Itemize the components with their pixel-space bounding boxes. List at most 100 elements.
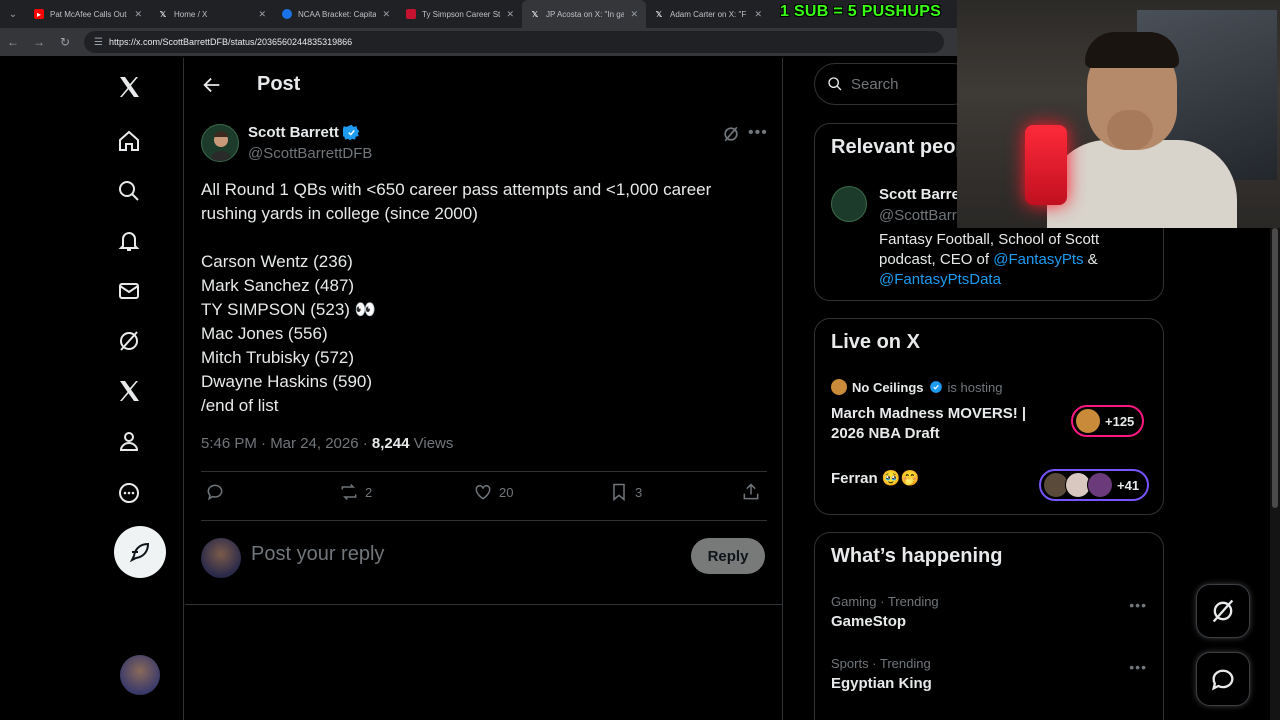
listener-count: +125 — [1105, 413, 1135, 429]
host-avatar — [831, 379, 847, 395]
live-listeners-pill[interactable]: +125 — [1071, 405, 1145, 437]
explore-search-icon[interactable] — [114, 176, 144, 206]
card-title: What’s happening — [831, 545, 1003, 567]
tab-title: Pat McAfee Calls Out — [50, 9, 127, 19]
address-bar: ← → ↻ ☰ https://x.com/ScottBarrettDFB/st… — [0, 28, 960, 56]
views-label: Views — [409, 435, 454, 452]
trend-meta: Sports · Trending — [831, 656, 931, 671]
live-listeners-pill[interactable]: +41 — [1039, 469, 1150, 501]
tab-title: Home / X — [174, 9, 208, 19]
browser-tab[interactable]: Ty Simpson Career St ✕ — [398, 0, 522, 28]
listener-avatar — [1075, 408, 1101, 434]
post-timestamp-views: 5:46 PM · Mar 24, 2026 · 8,244 Views — [201, 435, 453, 452]
browser-tab[interactable]: NCAA Bracket: Capita ✕ — [274, 0, 398, 28]
profile-icon[interactable] — [114, 426, 144, 456]
grok-float-button[interactable] — [1196, 584, 1250, 638]
left-navigation — [0, 58, 184, 720]
live-space-title[interactable]: March Madness MOVERS! | 2026 NBA Draft — [831, 404, 1051, 444]
card-title: Live on X — [831, 331, 920, 353]
trend-name[interactable]: GameStop — [831, 613, 906, 630]
reply-button[interactable]: Reply — [691, 538, 765, 574]
post-header: Post — [185, 58, 783, 111]
stats-favicon-icon — [406, 9, 416, 19]
divider — [201, 471, 767, 472]
grok-icon[interactable] — [114, 326, 144, 356]
listener-count: +41 — [1117, 477, 1140, 493]
browser-tab[interactable]: 𝕏 Home / X ✕ — [150, 0, 274, 28]
live-on-x-card: Live on X No Ceilings is hosting March M… — [814, 318, 1164, 515]
trend-more-icon[interactable]: ••• — [1129, 659, 1147, 675]
x-logo-icon[interactable] — [114, 72, 144, 102]
more-options-icon[interactable]: ••• — [748, 125, 768, 141]
account-avatar[interactable] — [120, 655, 160, 695]
post-text-line: rushing yards in college (since 2000) — [201, 204, 478, 223]
post-text-line: TY SIMPSON (523) 👀 — [201, 300, 376, 319]
trend-name[interactable]: Egyptian King — [831, 675, 932, 692]
post-timestamp[interactable]: 5:46 PM · Mar 24, 2026 · — [201, 435, 372, 452]
home-icon[interactable] — [114, 126, 144, 156]
back-arrow-icon[interactable] — [201, 74, 223, 96]
post-text-line: All Round 1 QBs with <650 career pass at… — [201, 180, 712, 199]
tab-close-icon[interactable]: ✕ — [754, 9, 762, 20]
tab-title: Adam Carter on X: "F — [670, 9, 747, 19]
trend-more-icon[interactable]: ••• — [1129, 597, 1147, 613]
share-upload-icon — [743, 483, 759, 500]
tab-close-icon[interactable]: ✕ — [506, 9, 514, 20]
reply-user-avatar[interactable] — [201, 538, 241, 578]
tab-close-icon[interactable]: ✕ — [630, 9, 638, 20]
browser-tab-active[interactable]: 𝕏 JP Acosta on X: "In ga ✕ — [522, 0, 646, 28]
search-input[interactable]: Search — [814, 63, 974, 105]
forward-nav-icon[interactable]: → — [32, 35, 46, 49]
author-avatar[interactable] — [201, 124, 239, 162]
tab-title: JP Acosta on X: "In ga — [546, 9, 625, 19]
compose-post-button[interactable] — [114, 526, 166, 578]
main-column: Post Scott Barrett @ScottBarrettDFB ••• … — [185, 58, 783, 720]
browser-tab[interactable]: 𝕏 Adam Carter on X: "F ✕ — [646, 0, 770, 28]
reply-input[interactable]: Post your reply — [251, 543, 384, 566]
webcam-person-hair — [1085, 32, 1179, 68]
tab-search-chevron-icon[interactable]: ⌄ — [0, 0, 26, 28]
feather-icon — [129, 542, 150, 563]
bio-text: & — [1083, 251, 1098, 268]
messages-mail-icon[interactable] — [114, 276, 144, 306]
grok-explain-icon[interactable] — [721, 124, 741, 144]
author-name[interactable]: Scott Barrett — [248, 124, 360, 141]
bio-mention-link[interactable]: @FantasyPtsData — [879, 271, 1001, 288]
webcam-red-light — [1025, 125, 1067, 205]
repost-action[interactable]: 2 — [339, 482, 372, 502]
bio-mention-link[interactable]: @FantasyPts — [993, 251, 1083, 268]
divider — [185, 604, 783, 605]
webcam-person-hand — [1107, 110, 1153, 150]
share-action[interactable] — [741, 482, 761, 502]
tab-close-icon[interactable]: ✕ — [134, 9, 142, 20]
youtube-favicon-icon: ▸ — [34, 9, 44, 19]
reload-icon[interactable]: ↻ — [58, 35, 72, 49]
host-name: No Ceilings — [852, 379, 924, 395]
bookmark-icon — [613, 483, 625, 502]
relevant-person-avatar[interactable] — [831, 186, 867, 222]
author-handle[interactable]: @ScottBarrettDFB — [248, 145, 372, 162]
scrollbar-thumb[interactable] — [1272, 228, 1278, 508]
back-nav-icon[interactable]: ← — [6, 35, 20, 49]
site-info-icon[interactable]: ☰ — [94, 37, 103, 48]
live-space-title[interactable]: Ferran 🥹🤭 — [831, 469, 919, 487]
like-action[interactable]: 20 — [473, 482, 513, 502]
x-favicon-icon: 𝕏 — [531, 9, 539, 19]
premium-x-icon[interactable] — [114, 376, 144, 406]
reply-action[interactable] — [205, 482, 225, 502]
messages-float-button[interactable] — [1196, 652, 1250, 706]
tab-close-icon[interactable]: ✕ — [258, 9, 266, 20]
url-field[interactable]: ☰ https://x.com/ScottBarrettDFB/status/2… — [84, 31, 944, 53]
browser-tab[interactable]: ▸ Pat McAfee Calls Out ✕ — [26, 0, 150, 28]
divider — [201, 520, 767, 521]
notifications-bell-icon[interactable] — [114, 226, 144, 256]
stream-overlay-text: 1 SUB = 5 PUSHUPS — [780, 3, 942, 20]
bookmark-action[interactable]: 3 — [609, 482, 642, 502]
post-text-line: Dwayne Haskins (590) — [201, 372, 373, 391]
listener-avatar — [1087, 472, 1113, 498]
post-body: All Round 1 QBs with <650 career pass at… — [201, 178, 761, 418]
more-circle-icon[interactable] — [114, 478, 144, 508]
tab-close-icon[interactable]: ✕ — [382, 9, 390, 20]
live-host[interactable]: No Ceilings is hosting — [831, 379, 1002, 395]
page-scrollbar[interactable] — [1270, 228, 1280, 720]
